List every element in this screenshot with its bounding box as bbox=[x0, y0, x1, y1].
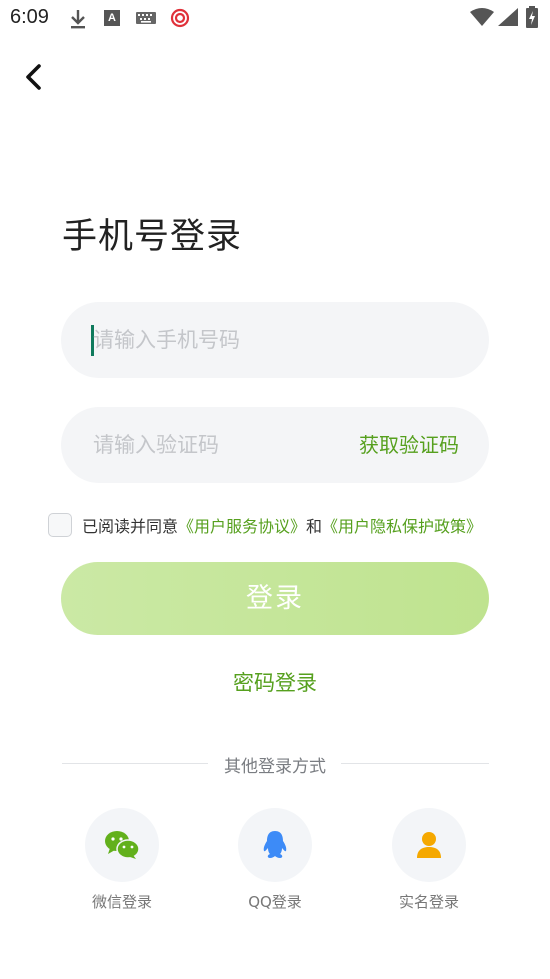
phone-field[interactable] bbox=[61, 302, 489, 378]
realname-login-label: 实名登录 bbox=[398, 893, 459, 911]
agreement-checkbox[interactable] bbox=[48, 513, 72, 537]
battery-icon bbox=[526, 6, 538, 28]
qq-login-label: QQ登录 bbox=[248, 893, 302, 911]
keyboard-icon bbox=[136, 12, 156, 24]
back-button[interactable] bbox=[20, 60, 50, 94]
page-title: 手机号登录 bbox=[62, 217, 243, 257]
chevron-left-icon bbox=[26, 64, 41, 90]
agreement-conjunction: 和 bbox=[306, 517, 323, 536]
terms-link[interactable]: 《用户服务协议》 bbox=[178, 513, 306, 537]
realname-login-button[interactable]: 实名登录 bbox=[391, 808, 467, 912]
wechat-login-label: 微信登录 bbox=[91, 893, 152, 911]
agreement-row: 已阅读并同意 《用户服务协议》 和 《用户隐私保护政策》 bbox=[48, 512, 482, 538]
signal-icon bbox=[498, 8, 518, 26]
wechat-login-button[interactable]: 微信登录 bbox=[84, 808, 160, 912]
person-icon bbox=[417, 832, 441, 858]
verification-code-input[interactable] bbox=[93, 407, 343, 483]
a-icon: A bbox=[104, 10, 120, 26]
verification-code-field[interactable]: 获取验证码 bbox=[61, 407, 489, 483]
login-button[interactable]: 登录 bbox=[61, 562, 489, 635]
wechat-icon bbox=[105, 831, 140, 859]
target-icon bbox=[170, 8, 190, 28]
privacy-link[interactable]: 《用户隐私保护政策》 bbox=[322, 513, 482, 537]
qq-login-circle bbox=[238, 808, 312, 882]
divider-right bbox=[341, 763, 489, 764]
phone-input[interactable] bbox=[93, 302, 343, 378]
qq-login-button[interactable]: QQ登录 bbox=[237, 808, 313, 912]
agreement-prefix: 已阅读并同意 bbox=[82, 517, 179, 536]
password-login-link[interactable]: 密码登录 bbox=[0, 667, 550, 697]
realname-login-circle bbox=[392, 808, 466, 882]
wifi-icon bbox=[470, 8, 494, 26]
other-login-label: 其他登录方式 bbox=[224, 757, 326, 777]
status-time: 6:09 bbox=[10, 6, 49, 28]
download-icon bbox=[71, 10, 85, 29]
status-bar: 6:09 A bbox=[0, 0, 550, 38]
wechat-login-circle bbox=[85, 808, 159, 882]
get-code-button[interactable]: 获取验证码 bbox=[359, 429, 459, 458]
qq-icon bbox=[263, 831, 287, 858]
